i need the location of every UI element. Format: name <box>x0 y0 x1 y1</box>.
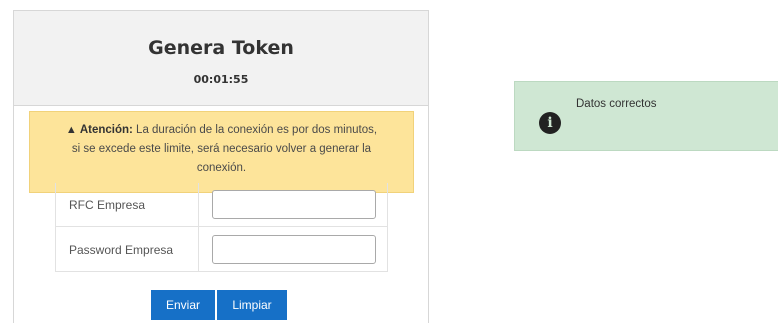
success-alert: i Datos correctos <box>514 81 778 151</box>
rfc-row: RFC Empresa <box>56 183 387 227</box>
warning-text-line3: conexión. <box>196 162 247 174</box>
rfc-input-cell <box>199 183 387 226</box>
warning-triangle-icon: ▲ <box>65 124 77 136</box>
page-title: Genera Token <box>148 37 294 59</box>
warning-text-line1: La duración de la conexión es por dos mi… <box>136 124 378 136</box>
alert-message: Datos correctos <box>576 98 657 110</box>
card-header: Genera Token 00:01:55 <box>14 11 428 106</box>
genera-token-card: Genera Token 00:01:55 ▲ Atención: La dura… <box>13 10 429 323</box>
password-label: Password Empresa <box>56 227 199 272</box>
password-input-cell <box>199 227 387 272</box>
form-actions: Enviar Limpiar <box>151 290 287 320</box>
countdown-timer: 00:01:55 <box>193 73 249 86</box>
enviar-button[interactable]: Enviar <box>151 290 215 320</box>
warning-label: Atención: <box>79 124 133 136</box>
credentials-form: RFC Empresa Password Empresa <box>55 183 388 272</box>
password-row: Password Empresa <box>56 227 387 272</box>
warning-text-line2: si se excede este limite, será necesario… <box>71 143 372 155</box>
password-input[interactable] <box>212 235 376 264</box>
info-icon: i <box>539 112 561 134</box>
rfc-label: RFC Empresa <box>56 183 199 226</box>
warning-banner: ▲ Atención: La duración de la conexión es… <box>29 111 414 193</box>
limpiar-button[interactable]: Limpiar <box>217 290 287 320</box>
rfc-input[interactable] <box>212 190 376 219</box>
